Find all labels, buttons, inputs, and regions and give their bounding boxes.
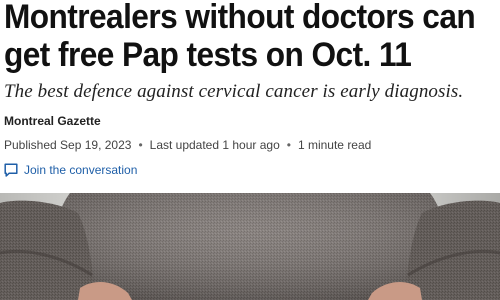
join-conversation-label: Join the conversation bbox=[24, 163, 138, 177]
article: Montrealers without doctors can get free… bbox=[0, 0, 500, 300]
headline: Montrealers without doctors can get free… bbox=[4, 0, 476, 74]
source-name: Montreal Gazette bbox=[4, 114, 101, 128]
last-updated: Last updated 1 hour ago bbox=[149, 138, 280, 152]
article-meta: Published Sep 19, 2023 • Last updated 1 ho… bbox=[4, 137, 371, 153]
comment-bubble-icon bbox=[3, 162, 19, 178]
subhead: The best defence against cervical cancer… bbox=[4, 81, 464, 102]
meta-separator: • bbox=[138, 138, 143, 152]
join-conversation-link[interactable]: Join the conversation bbox=[3, 162, 137, 178]
meta-separator: • bbox=[286, 138, 291, 152]
headline-line-1: Montrealers without doctors can bbox=[4, 0, 476, 36]
read-time: 1 minute read bbox=[297, 138, 372, 152]
headline-line-2: get free Pap tests on Oct. 11 bbox=[4, 36, 412, 74]
article-photo bbox=[0, 193, 500, 300]
published-date: Published Sep 19, 2023 bbox=[4, 138, 132, 152]
